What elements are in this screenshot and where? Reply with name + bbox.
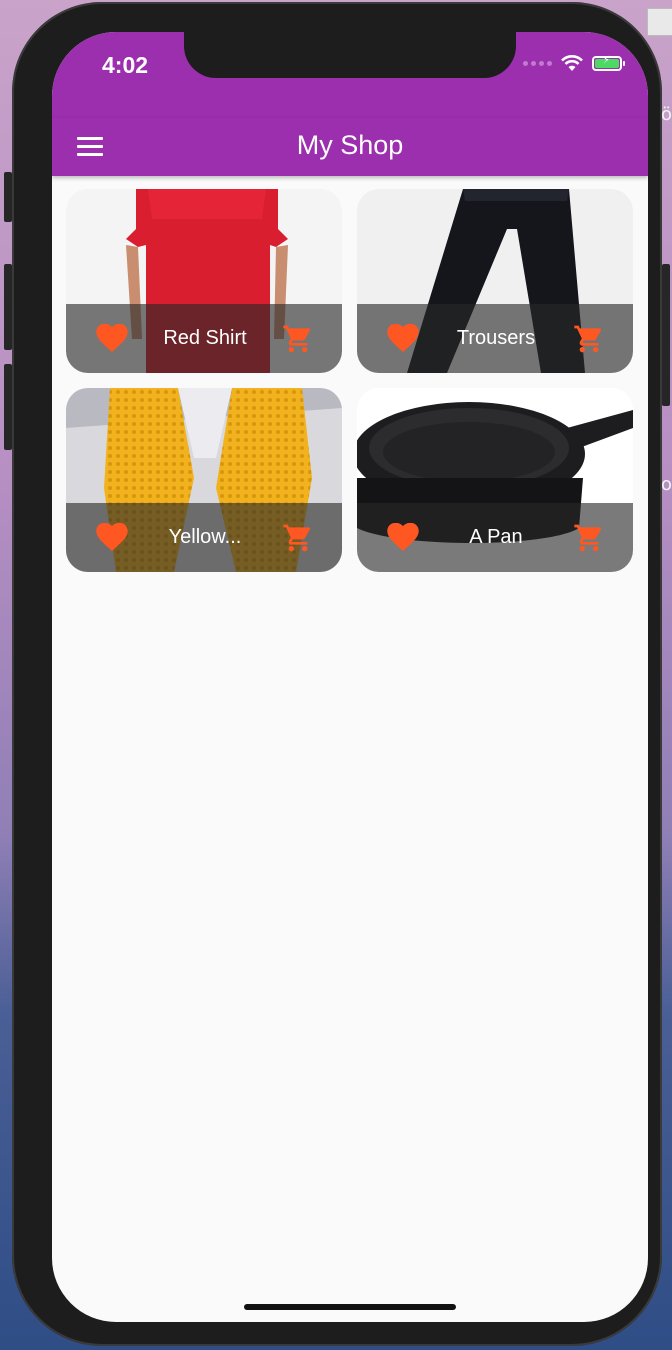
phone-frame: 4:02 My Shop <box>4 2 670 1346</box>
status-icons <box>523 54 625 72</box>
product-tile[interactable]: A Pan <box>357 388 633 572</box>
favorite-button[interactable] <box>375 510 431 566</box>
favorite-button[interactable] <box>375 311 431 367</box>
volume-up-button <box>4 264 12 350</box>
heart-icon <box>96 522 128 551</box>
product-grid: Red Shirt Trousers Yellow... A Pan <box>66 189 634 572</box>
tile-footer: Yellow... <box>66 503 342 572</box>
tile-footer: A Pan <box>357 503 633 572</box>
home-indicator[interactable] <box>244 1304 456 1310</box>
wifi-icon <box>561 55 583 71</box>
desktop-label-fragment: o <box>660 474 672 495</box>
desktop-window-fragment <box>647 8 672 36</box>
add-to-cart-button[interactable] <box>561 510 617 566</box>
app-screen: 4:02 My Shop <box>52 32 648 1322</box>
cart-icon <box>574 524 601 551</box>
tile-footer: Red Shirt <box>66 304 342 373</box>
favorite-button[interactable] <box>84 311 140 367</box>
ringer-switch <box>4 172 12 222</box>
product-title: Trousers <box>456 327 536 349</box>
add-to-cart-button[interactable] <box>270 311 326 367</box>
favorite-button[interactable] <box>84 510 140 566</box>
heart-icon <box>387 522 419 551</box>
product-tile[interactable]: Yellow... <box>66 388 342 572</box>
cart-icon <box>283 325 310 352</box>
app-bar: My Shop <box>52 118 648 176</box>
cart-icon <box>574 325 601 352</box>
desktop-label-fragment: ö <box>660 104 672 125</box>
power-button <box>662 264 670 406</box>
add-to-cart-button[interactable] <box>270 510 326 566</box>
page-title: My Shop <box>296 130 404 160</box>
product-tile[interactable]: Red Shirt <box>66 189 342 373</box>
product-title: A Pan <box>469 526 523 548</box>
battery-icon <box>592 55 625 71</box>
heart-icon <box>387 323 419 352</box>
camera-notch <box>184 32 516 78</box>
signal-icon <box>523 60 552 66</box>
cart-icon <box>283 524 310 551</box>
heart-icon <box>96 323 128 352</box>
tile-footer: Trousers <box>357 304 633 373</box>
status-time: 4:02 <box>102 52 149 78</box>
volume-down-button <box>4 364 12 450</box>
add-to-cart-button[interactable] <box>561 311 617 367</box>
product-tile[interactable]: Trousers <box>357 189 633 373</box>
product-title: Red Shirt <box>163 327 247 349</box>
product-title: Yellow... <box>168 526 242 548</box>
